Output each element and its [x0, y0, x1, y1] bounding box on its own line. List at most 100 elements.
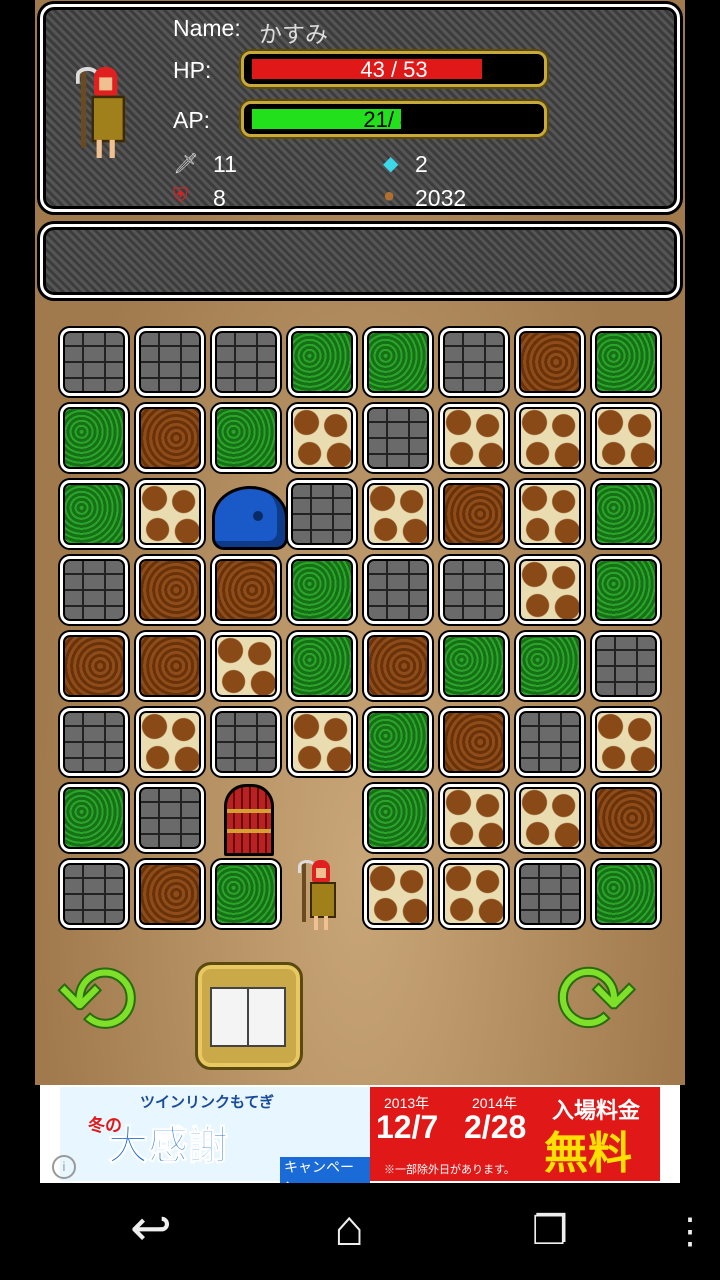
grass-tile[interactable] [60, 404, 128, 472]
dirt-tile[interactable] [212, 556, 280, 624]
grass-tile[interactable] [516, 632, 584, 700]
book-icon [210, 987, 286, 1047]
giraffe-tile[interactable] [592, 404, 660, 472]
stone-tile[interactable] [60, 328, 128, 396]
gold-count: 2032 [415, 185, 467, 211]
stone-tile[interactable] [212, 708, 280, 776]
stone-tile[interactable] [136, 784, 204, 852]
giraffe-tile[interactable] [288, 404, 356, 472]
giraffe-tile[interactable] [516, 404, 584, 472]
dirt-tile[interactable] [136, 860, 204, 928]
grass-tile[interactable] [60, 784, 128, 852]
grass-tile[interactable] [212, 404, 280, 472]
gold-icon: ● [383, 185, 396, 207]
giraffe-tile[interactable] [136, 708, 204, 776]
dirt-tile[interactable] [364, 632, 432, 700]
back-icon[interactable]: ↩ [130, 1203, 172, 1253]
ad-free: 無料 [544, 1129, 632, 1178]
ad-left: ツインリンクもてぎ 冬の 大感謝 キャンペーン [60, 1087, 370, 1197]
dirt-tile[interactable] [440, 708, 508, 776]
player-character [298, 860, 342, 930]
stone-tile[interactable] [60, 708, 128, 776]
stone-tile[interactable] [60, 556, 128, 624]
giraffe-tile[interactable] [364, 480, 432, 548]
stone-tile[interactable] [288, 480, 356, 548]
giraffe-tile[interactable] [136, 480, 204, 548]
status-panel: Name: かすみ HP: 43 / 53 AP: 21/ 40 🗡 11 ⛨ … [40, 4, 680, 212]
giraffe-tile[interactable] [364, 860, 432, 928]
rotate-right-button[interactable]: ⟳ [554, 949, 638, 1049]
giraffe-tile[interactable] [440, 404, 508, 472]
message-panel [40, 224, 680, 298]
defense-value: 8 [213, 185, 226, 211]
stone-tile[interactable] [364, 556, 432, 624]
grass-tile[interactable] [364, 708, 432, 776]
grass-tile[interactable] [60, 480, 128, 548]
hp-bar: 43 / 53 [241, 51, 547, 87]
ad-info-icon[interactable]: i [52, 1155, 76, 1179]
gem-count: 2 [415, 151, 428, 177]
giraffe-tile[interactable] [516, 480, 584, 548]
ad-headline: 大感謝 [108, 1124, 229, 1169]
stone-tile[interactable] [440, 328, 508, 396]
ap-value: 21/ 40 [363, 107, 425, 132]
recents-icon[interactable]: ❐ [532, 1211, 568, 1251]
rotate-left-button[interactable]: ⟲ [54, 949, 138, 1049]
dirt-tile[interactable] [136, 404, 204, 472]
ad-note: ※一部除外日があります。 [384, 1164, 515, 1176]
grass-tile[interactable] [288, 632, 356, 700]
giraffe-tile[interactable] [212, 632, 280, 700]
ad-right: 2013年 2014年 12/7 2/28 入場料金 無料 ※一部除外日がありま… [370, 1087, 660, 1181]
giraffe-tile[interactable] [440, 860, 508, 928]
nav-bar: ↩ ⌂ ❐ ⋮ [0, 1183, 720, 1280]
stone-tile[interactable] [516, 708, 584, 776]
grass-tile[interactable] [288, 328, 356, 396]
grass-tile[interactable] [592, 328, 660, 396]
grass-tile[interactable] [592, 860, 660, 928]
stone-tile[interactable] [136, 328, 204, 396]
stone-tile[interactable] [516, 860, 584, 928]
ap-label: AP: [173, 107, 211, 133]
game-area: Name: かすみ HP: 43 / 53 AP: 21/ 40 🗡 11 ⛨ … [35, 0, 685, 1085]
dirt-tile[interactable] [136, 632, 204, 700]
door-exit[interactable] [224, 784, 274, 856]
gem-icon: ◆ [383, 153, 399, 175]
book-button[interactable] [195, 962, 303, 1070]
ad-banner[interactable]: ツインリンクもてぎ 冬の 大感謝 キャンペーン 2013年 2014年 12/7… [40, 1085, 680, 1197]
stone-tile[interactable] [60, 860, 128, 928]
home-icon[interactable]: ⌂ [334, 1203, 364, 1253]
giraffe-tile[interactable] [288, 708, 356, 776]
stone-tile[interactable] [592, 632, 660, 700]
slime-enemy[interactable] [212, 486, 288, 550]
grass-tile[interactable] [364, 328, 432, 396]
menu-icon[interactable]: ⋮ [672, 1213, 708, 1249]
grass-tile[interactable] [592, 556, 660, 624]
hp-label: HP: [173, 57, 212, 83]
rotate-right-icon: ⟳ [554, 944, 638, 1054]
player-name: かすみ [259, 21, 328, 47]
ad-top-text: ツインリンクもてぎ [140, 1094, 274, 1111]
stone-tile[interactable] [364, 404, 432, 472]
name-label: Name: [173, 15, 241, 41]
dirt-tile[interactable] [440, 480, 508, 548]
grass-tile[interactable] [212, 860, 280, 928]
dirt-tile[interactable] [592, 784, 660, 852]
stone-tile[interactable] [212, 328, 280, 396]
dirt-tile[interactable] [136, 556, 204, 624]
sword-icon: 🗡 [173, 153, 199, 175]
dirt-tile[interactable] [516, 328, 584, 396]
rotate-left-icon: ⟲ [54, 944, 138, 1054]
grass-tile[interactable] [440, 632, 508, 700]
player-portrait [75, 67, 133, 158]
giraffe-tile[interactable] [516, 784, 584, 852]
giraffe-tile[interactable] [592, 708, 660, 776]
grass-tile[interactable] [288, 556, 356, 624]
attack-value: 11 [213, 151, 237, 177]
dirt-tile[interactable] [60, 632, 128, 700]
grass-tile[interactable] [364, 784, 432, 852]
stone-tile[interactable] [440, 556, 508, 624]
ap-bar: 21/ 40 [241, 101, 547, 137]
grass-tile[interactable] [592, 480, 660, 548]
giraffe-tile[interactable] [440, 784, 508, 852]
giraffe-tile[interactable] [516, 556, 584, 624]
